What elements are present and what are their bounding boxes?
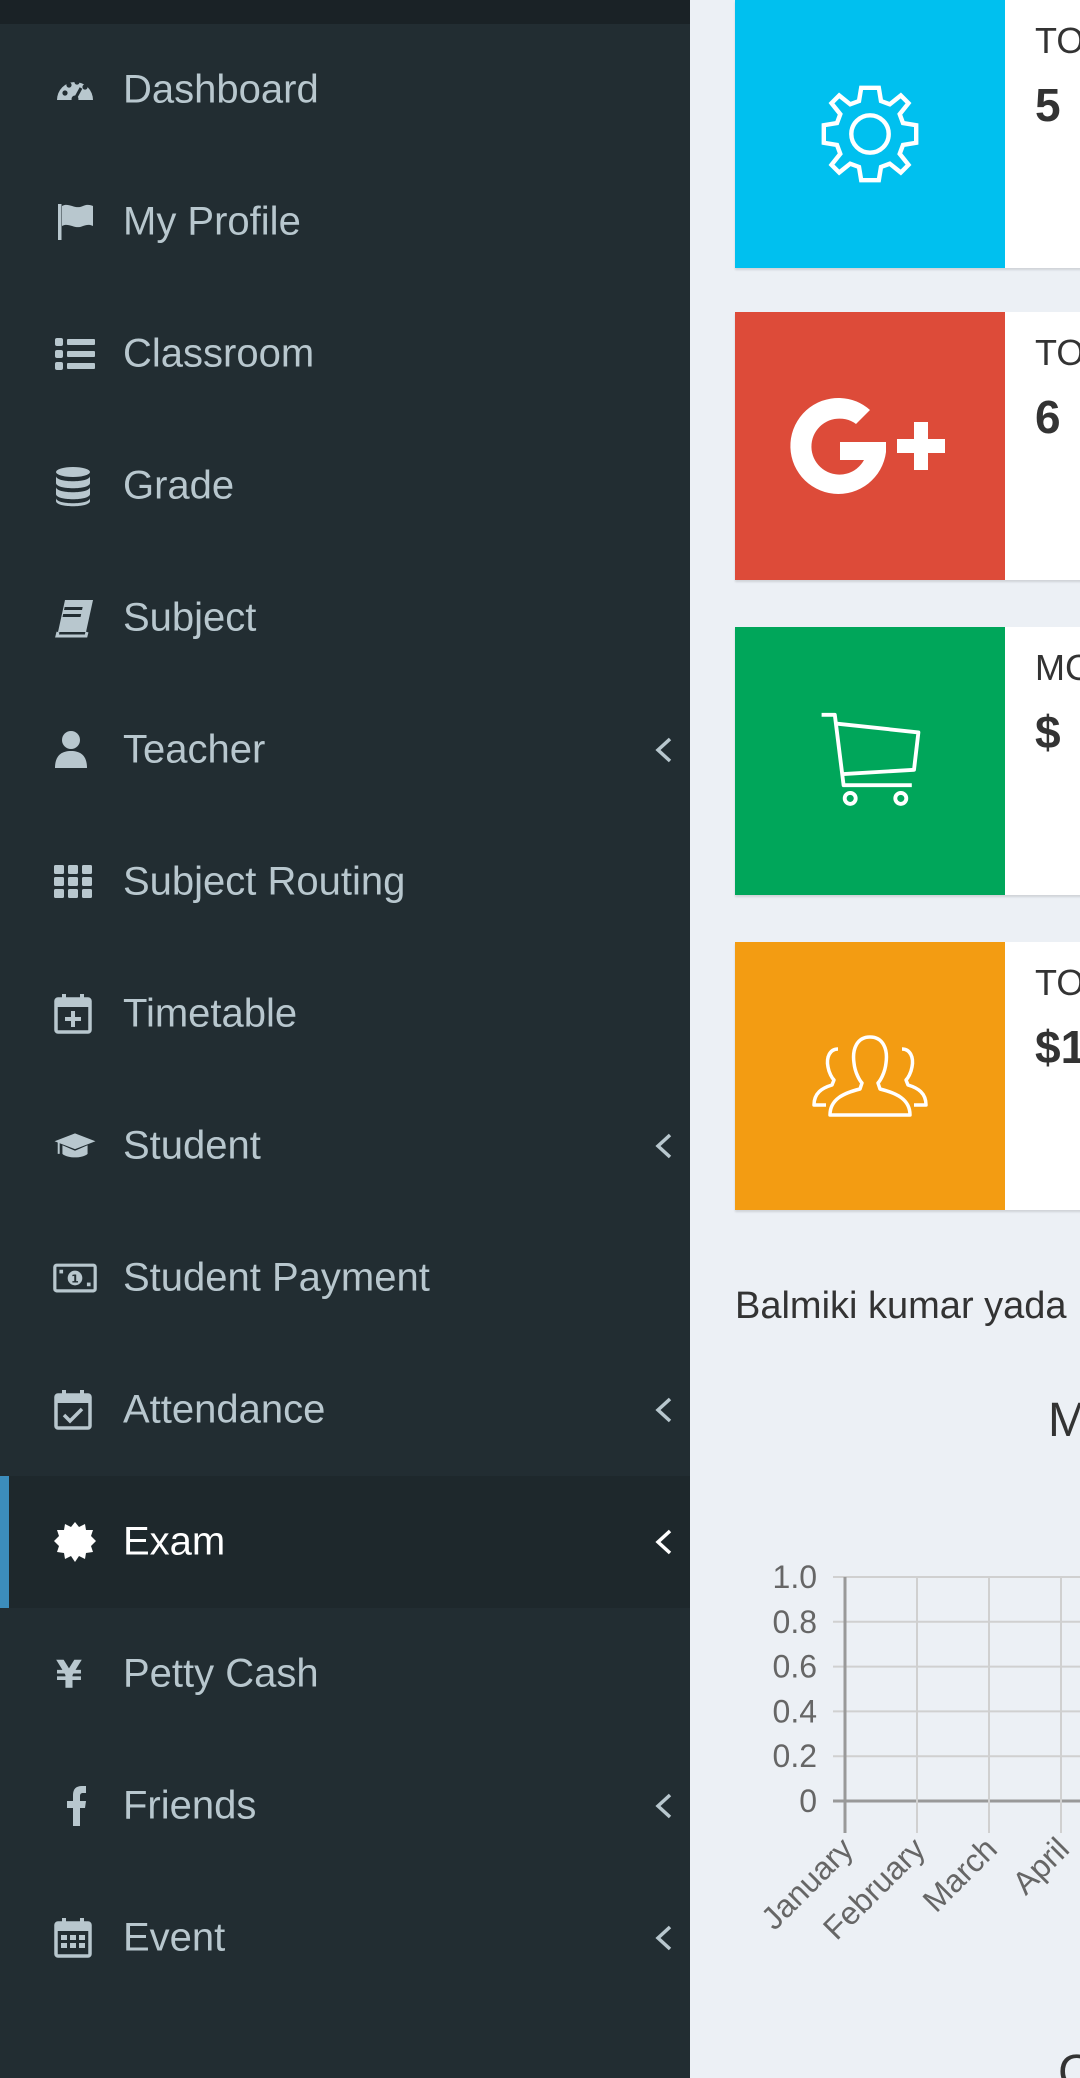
chevron-left-icon[interactable] (652, 1131, 676, 1161)
sidebar-item-subject[interactable]: Subject (0, 552, 690, 684)
sidebar-item-petty-cash[interactable]: ¥ Petty Cash (0, 1608, 690, 1740)
info-box-number: 6 (1035, 391, 1061, 443)
sidebar-item-label: Student (123, 1123, 261, 1168)
x-tick-label: April (1005, 1830, 1076, 1901)
sidebar-item-label: Teacher (123, 727, 266, 772)
sidebar-item-timetable[interactable]: Timetable (0, 948, 690, 1080)
sidebar-item-label: Student Payment (123, 1255, 430, 1300)
sidebar-item-teacher[interactable]: Teacher (0, 684, 690, 816)
info-box-number: $ (1035, 706, 1061, 758)
sidebar-menu: Dashboard My Profile Classroom Grade Subject… (0, 24, 690, 2004)
certificate-icon (52, 1519, 98, 1565)
svg-text:¥: ¥ (56, 1653, 82, 1696)
grid-icon (52, 859, 98, 905)
info-box-icon-bg (735, 312, 1005, 580)
line-chart: 00.20.40.60.81.0JanuaryFebruaryMarch Apri… (754, 1559, 1080, 1946)
sidebar-item-dashboard[interactable]: Dashboard (0, 24, 690, 156)
money-icon: 1 (52, 1255, 98, 1301)
info-box-text: TO (1035, 962, 1080, 1003)
calendar-icon (52, 1915, 98, 1961)
info-box-number: $1 (1035, 1021, 1080, 1073)
sidebar-item-label: My Profile (123, 199, 301, 244)
sidebar-item-label: Subject Routing (123, 859, 406, 904)
sidebar-item-grade[interactable]: Grade (0, 420, 690, 552)
info-box-money: MC $ (735, 627, 1080, 895)
sidebar-item-event[interactable]: Event (0, 1872, 690, 2004)
sidebar-item-classroom[interactable]: Classroom (0, 288, 690, 420)
google-plus-icon (780, 386, 960, 506)
sidebar-top-strip (0, 0, 690, 24)
sidebar-item-label: Attendance (123, 1387, 326, 1432)
sidebar: Dashboard My Profile Classroom Grade Subject… (0, 0, 690, 2078)
flag-icon (52, 199, 98, 245)
sidebar-item-label: Classroom (123, 331, 315, 376)
info-box-icon-bg (735, 0, 1005, 268)
info-box-text: TO (1035, 20, 1080, 61)
database-icon (52, 463, 98, 509)
chevron-left-icon[interactable] (652, 1791, 676, 1821)
sidebar-item-label: Timetable (123, 991, 298, 1036)
chevron-left-icon[interactable] (652, 735, 676, 765)
sidebar-item-student[interactable]: Student (0, 1080, 690, 1212)
sidebar-item-label: Subject (123, 595, 257, 640)
info-box-icon-bg (735, 942, 1005, 1210)
sidebar-item-label: Friends (123, 1783, 257, 1828)
facebook-icon (52, 1783, 98, 1829)
list-icon (52, 331, 98, 377)
calendar-plus-icon (52, 991, 98, 1037)
sidebar-item-label: Dashboard (123, 67, 319, 112)
info-box-total-1: TO 5 (735, 0, 1080, 268)
users-icon (808, 1031, 932, 1121)
shopping-cart-icon (815, 706, 925, 816)
next-section-title: C (1058, 2046, 1080, 2078)
user-icon (52, 727, 98, 773)
sidebar-item-label: Exam (123, 1519, 226, 1564)
y-tick-label: 0.6 (773, 1649, 817, 1685)
y-tick-label: 0 (799, 1783, 817, 1819)
sidebar-item-friends[interactable]: Friends (0, 1740, 690, 1872)
chart-title: M (1048, 1394, 1080, 1447)
chevron-left-icon[interactable] (652, 1923, 676, 1953)
x-tick-label: March (916, 1830, 1004, 1918)
y-tick-label: 0.4 (773, 1693, 817, 1729)
graduation-cap-icon (52, 1123, 98, 1169)
info-box-number: 5 (1035, 79, 1061, 131)
y-tick-label: 1.0 (773, 1559, 817, 1595)
info-box-text: MC (1035, 647, 1080, 688)
calendar-check-icon (52, 1387, 98, 1433)
dashboard-icon (52, 67, 98, 113)
welcome-text: Balmiki kumar yada (735, 1285, 1067, 1327)
sidebar-item-label: Grade (123, 463, 235, 508)
sidebar-item-exam[interactable]: Exam (0, 1476, 690, 1608)
y-tick-label: 0.8 (773, 1604, 817, 1640)
sidebar-item-my-profile[interactable]: My Profile (0, 156, 690, 288)
info-box-total-2: TO 6 (735, 312, 1080, 580)
chevron-left-icon[interactable] (652, 1395, 676, 1425)
sidebar-item-subject-routing[interactable]: Subject Routing (0, 816, 690, 948)
info-box-icon-bg (735, 627, 1005, 895)
yen-icon: ¥ (52, 1651, 98, 1697)
sidebar-item-label: Petty Cash (123, 1651, 319, 1696)
sidebar-item-attendance[interactable]: Attendance (0, 1344, 690, 1476)
info-box-total-4: TO $1 (735, 942, 1080, 1210)
gear-icon (815, 79, 925, 189)
chevron-left-icon[interactable] (652, 1527, 676, 1557)
y-tick-label: 0.2 (773, 1738, 817, 1774)
info-box-text: TO (1035, 332, 1080, 373)
sidebar-item-label: Event (123, 1915, 226, 1960)
sidebar-item-student-payment[interactable]: 1 Student Payment (0, 1212, 690, 1344)
book-icon (52, 595, 98, 641)
main-content: TO 5 TO 6 MC $ TO $1 Balmiki kumar yada … (690, 0, 1080, 2078)
svg-text:1: 1 (71, 1273, 79, 1286)
